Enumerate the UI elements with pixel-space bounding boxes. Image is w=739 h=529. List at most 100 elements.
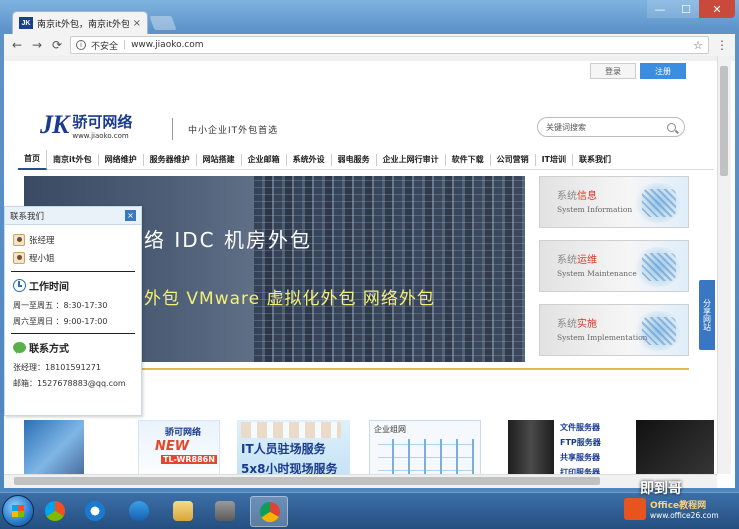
slogan: 中小企业IT外包首选 (188, 123, 278, 136)
nav-item-peripherals[interactable]: 系统外设 (287, 154, 332, 166)
thumb-network-title: 企业组网 (374, 424, 406, 435)
hours-weekend: 周六至周日 ：9:00-17:00 (5, 313, 141, 329)
nav-item-it-outsource[interactable]: 南京it外包 (47, 154, 99, 166)
browser-window: JK 南京it外包，南京it外包公 × — ☐ ✕ ← → ⟳ i 不安全 | … (0, 0, 739, 492)
maximize-button[interactable]: ☐ (673, 0, 699, 18)
horizontal-scroll-thumb[interactable] (14, 477, 600, 485)
logo-mark: JK (40, 110, 68, 140)
watermark-brand: Office教程网 (650, 498, 706, 511)
contact-method-title: 联系方式 (5, 338, 141, 359)
hours-weekday: 周一至周五 ：8:30-17:30 (5, 297, 141, 313)
contact-close-button[interactable]: × (125, 210, 136, 221)
nav-item-website[interactable]: 网站搭建 (197, 154, 242, 166)
card-system-maintenance[interactable]: 系统运维 System Maintenance (539, 240, 689, 292)
chrome-icon (260, 502, 280, 522)
forward-icon[interactable]: → (30, 38, 44, 52)
card-title: 系统实施 (557, 315, 597, 330)
logo-text: 骄可网络 www.jiaoko.com (72, 111, 132, 140)
search-box[interactable]: 关键词搜索 (537, 117, 685, 137)
security-label: 不安全 (91, 39, 118, 52)
taskbar-app-ie-blue[interactable] (76, 496, 114, 527)
start-button[interactable] (2, 495, 34, 527)
nav-item-network[interactable]: 网络维护 (99, 154, 144, 166)
card-pattern (642, 317, 676, 345)
nav-item-audit[interactable]: 企业上网行审计 (377, 154, 446, 166)
site-logo[interactable]: JK 骄可网络 www.jiaoko.com (40, 110, 132, 140)
tab-title: 南京it外包，南京it外包公 (37, 17, 129, 30)
contact-email[interactable]: 邮箱：1527678883@qq.com (5, 375, 141, 391)
tiles-icon (45, 501, 65, 521)
ie-blue-icon (85, 501, 105, 521)
search-input[interactable]: 关键词搜索 (546, 122, 586, 133)
chat-icon (13, 342, 26, 353)
thumb-people-image (241, 422, 341, 438)
taskbar-app-tiles[interactable] (36, 496, 74, 527)
card-title: 系统运维 (557, 251, 597, 266)
search-icon[interactable] (667, 123, 676, 132)
reload-icon[interactable]: ⟳ (50, 38, 64, 52)
register-button[interactable]: 注册 (640, 63, 686, 79)
qq-contact-manager[interactable]: 张经理 (5, 231, 141, 249)
taskbar-app-folder[interactable] (164, 496, 202, 527)
contact-title: 联系我们 (10, 210, 44, 222)
login-button[interactable]: 登录 (590, 63, 636, 79)
thumb-router-new: NEW (155, 439, 189, 454)
taskbar-app-chrome[interactable] (250, 496, 288, 527)
watermark-text: 即到哥 (640, 478, 682, 498)
card-pattern (642, 189, 676, 217)
qq-icon (13, 234, 25, 246)
qq-contact-miss[interactable]: 程小姐 (5, 249, 141, 267)
info-icon[interactable]: i (76, 40, 86, 50)
thumb-onsite-line-1: IT人员驻场服务 (241, 440, 326, 457)
banner-line-1: 络 IDC 机房外包 (144, 224, 312, 253)
card-system-implementation[interactable]: 系统实施 System Implementation (539, 304, 689, 356)
taskbar-app-ie[interactable] (120, 496, 158, 527)
nav-item-marketing[interactable]: 公司营销 (491, 154, 536, 166)
office-logo-icon (624, 498, 646, 520)
close-window-button[interactable]: ✕ (699, 0, 735, 18)
banner-line-2: 外包 VMware 虚拟化外包 网络外包 (144, 284, 435, 309)
folder-icon (173, 501, 193, 521)
favicon-icon: JK (19, 17, 33, 29)
rack-lights (254, 176, 525, 362)
browser-toolbar: ← → ⟳ i 不安全 | www.jiaoko.com ☆ ⋮ (4, 34, 735, 56)
contact-phone: 张经理：18101591271 (5, 359, 141, 375)
logo-url: www.jiaoko.com (72, 132, 132, 140)
nav-item-server[interactable]: 服务器维护 (144, 154, 197, 166)
nav-item-downloads[interactable]: 软件下载 (446, 154, 491, 166)
thumb-router-model: TL-WR886N (161, 455, 217, 464)
thumb-router-title: 骄可网络 (165, 425, 201, 438)
card-title: 系统信息 (557, 187, 597, 202)
address-url[interactable]: www.jiaoko.com (131, 40, 688, 50)
back-icon[interactable]: ← (10, 38, 24, 52)
new-tab-button[interactable] (149, 16, 176, 30)
card-system-info[interactable]: 系统信息 System Information (539, 176, 689, 228)
tab-close-icon[interactable]: × (133, 18, 141, 29)
share-button[interactable]: 分享网站 (699, 280, 715, 350)
hours-title: 工作时间 (5, 276, 141, 297)
nav-item-training[interactable]: IT培训 (536, 154, 573, 166)
minimize-button[interactable]: — (647, 0, 673, 18)
clock-icon (13, 279, 26, 292)
nav-item-contact[interactable]: 联系我们 (573, 154, 617, 166)
ie-icon (129, 501, 149, 521)
thumb-server-list: 文件服务器 FTP服务器 共享服务器 打印服务器 (560, 420, 601, 480)
nav-item-home[interactable]: 首页 (18, 150, 47, 170)
contact-header: 联系我们 × (5, 207, 141, 225)
taskbar-app-media[interactable] (206, 496, 244, 527)
nav-item-low-voltage[interactable]: 弱电服务 (332, 154, 377, 166)
address-separator: | (123, 40, 126, 50)
page-viewport: 登录 注册 JK 骄可网络 www.jiaoko.com 中小企业IT外包首选 … (4, 56, 735, 488)
menu-icon[interactable]: ⋮ (715, 38, 729, 52)
bookmark-star-icon[interactable]: ☆ (693, 39, 703, 52)
contact-panel: 联系我们 × 张经理 程小姐 工作时间 周一至周五 ：8:30-17:30 周六… (4, 206, 142, 416)
browser-tab[interactable]: JK 南京it外包，南京it外包公 × (12, 11, 148, 34)
top-strip (4, 56, 735, 61)
main-nav: 首页 南京it外包 网络维护 服务器维护 网站搭建 企业邮箱 系统外设 弱电服务… (18, 150, 714, 170)
address-bar[interactable]: i 不安全 | www.jiaoko.com ☆ (70, 36, 709, 54)
nav-item-email[interactable]: 企业邮箱 (242, 154, 287, 166)
qq-icon (13, 252, 25, 264)
vertical-scroll-thumb[interactable] (720, 66, 728, 176)
divider (11, 271, 135, 272)
logo-cn: 骄可网络 (72, 111, 132, 132)
